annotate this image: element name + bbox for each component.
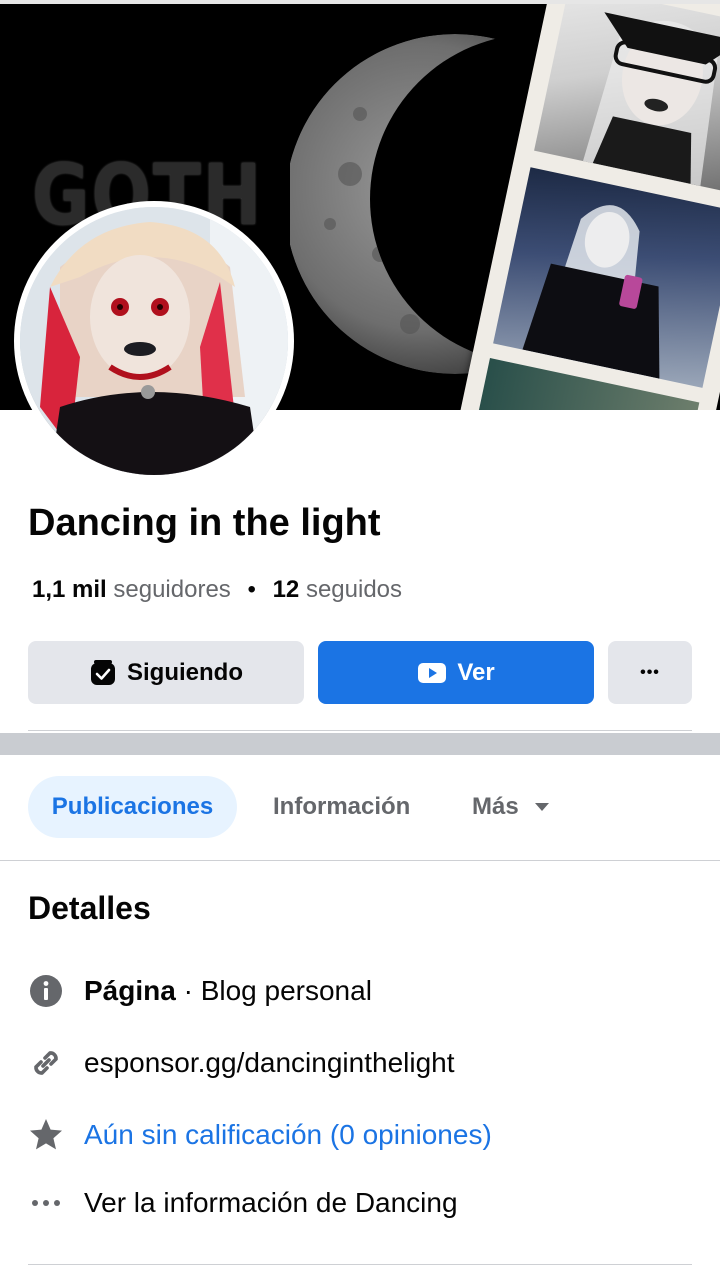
followers-count: 1,1 mil <box>32 576 107 603</box>
video-play-icon <box>418 662 447 683</box>
detail-text: · Blog personal <box>175 975 372 1006</box>
rating-link[interactable]: Aún sin calificación (0 opiniones) <box>84 1119 492 1151</box>
star-icon <box>28 1117 64 1153</box>
watch-label: Ver <box>457 658 495 686</box>
tab-publicaciones[interactable]: Publicaciones <box>28 776 237 838</box>
caret-down-icon <box>534 803 549 811</box>
following-label: Siguiendo <box>127 658 243 686</box>
more-dots-icon <box>28 1185 64 1221</box>
detail-page-category: Página · Blog personal <box>28 973 372 1009</box>
divider <box>28 1264 692 1265</box>
avatar-image <box>20 207 288 475</box>
strip-photo <box>534 4 720 196</box>
divider <box>0 860 720 861</box>
link-icon <box>28 1045 64 1081</box>
details-heading: Detalles <box>28 890 151 926</box>
tab-label: Publicaciones <box>51 793 214 820</box>
detail-see-info[interactable]: Ver la información de Dancing <box>28 1185 458 1221</box>
tab-label: Más <box>472 793 519 820</box>
see-info-label[interactable]: Ver la información de Dancing <box>84 1187 458 1219</box>
website-link[interactable]: esponsor.gg/dancinginthelight <box>84 1047 455 1079</box>
tab-label: Información <box>273 793 411 820</box>
more-options-button[interactable]: ••• <box>608 641 692 704</box>
following-button[interactable]: Siguiendo <box>28 641 304 704</box>
following-count: 12 <box>272 576 300 603</box>
watch-button[interactable]: Ver <box>318 641 594 704</box>
following-check-icon <box>91 659 115 685</box>
divider <box>28 730 692 731</box>
page-name: Dancing in the light <box>28 502 381 544</box>
detail-rating[interactable]: Aún sin calificación (0 opiniones) <box>28 1117 492 1153</box>
detail-website[interactable]: esponsor.gg/dancinginthelight <box>28 1045 455 1081</box>
follow-stats: 1,1 mil seguidores • 12 seguidos <box>32 576 402 604</box>
section-separator <box>0 733 720 755</box>
profile-avatar[interactable] <box>14 201 294 481</box>
tab-mas[interactable]: Más <box>472 776 551 838</box>
more-dots-icon: ••• <box>640 663 660 681</box>
detail-bold: Página <box>84 975 176 1006</box>
info-icon <box>28 973 64 1009</box>
following-label[interactable]: seguidos <box>306 576 402 603</box>
strip-photo <box>493 167 720 388</box>
stats-separator: • <box>247 576 256 603</box>
tab-informacion[interactable]: Información <box>273 776 410 838</box>
followers-label[interactable]: seguidores <box>113 576 230 603</box>
